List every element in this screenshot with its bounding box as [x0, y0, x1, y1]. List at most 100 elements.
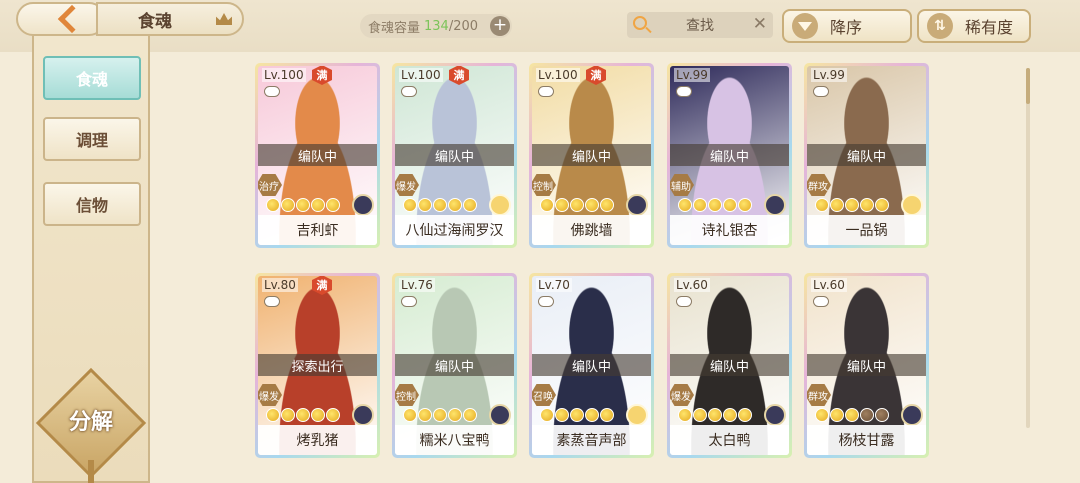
back-button[interactable]: [16, 2, 106, 36]
lock-toggle-icon[interactable]: [264, 296, 280, 307]
sort-order-button[interactable]: 降序: [782, 9, 912, 43]
tassel-decoration: [88, 460, 94, 483]
food-soul-card[interactable]: Lv.76 编队中 控制 糯米八宝鸭: [392, 273, 517, 458]
card-level: Lv.100: [536, 68, 580, 82]
star-icon: [860, 198, 874, 212]
add-capacity-button[interactable]: +: [490, 16, 510, 36]
star-icon: [723, 198, 737, 212]
star-icon: [875, 408, 889, 422]
card-level: Lv.99: [674, 68, 710, 82]
lock-toggle-icon[interactable]: [676, 86, 692, 97]
card-level: Lv.100: [262, 68, 306, 82]
card-name: 一品锅: [807, 215, 926, 245]
star-icon: [600, 408, 614, 422]
card-name: 佛跳墙: [532, 215, 651, 245]
star-icon: [815, 198, 829, 212]
star-icon: [281, 198, 295, 212]
scrollbar-thumb[interactable]: [1026, 68, 1030, 104]
star-icon: [540, 198, 554, 212]
card-level: Lv.99: [811, 68, 847, 82]
star-icon: [860, 408, 874, 422]
search-input[interactable]: 查找 ✕: [627, 12, 773, 38]
food-soul-card[interactable]: Lv.70 编队中 召唤 素蒸音声部: [529, 273, 654, 458]
card-level: Lv.60: [811, 278, 847, 292]
food-soul-card[interactable]: Lv.60 编队中 爆发 太白鸭: [667, 273, 792, 458]
lock-toggle-icon[interactable]: [538, 296, 554, 307]
lock-toggle-icon[interactable]: [676, 296, 692, 307]
search-placeholder: 查找: [686, 18, 714, 34]
food-soul-card[interactable]: Lv.60 编队中 群攻 杨枝甘露: [804, 273, 929, 458]
tab-conditioning[interactable]: 调理: [43, 117, 141, 161]
star-icon: [600, 198, 614, 212]
star-rating: [678, 198, 752, 212]
emblem-icon: [489, 404, 511, 426]
star-icon: [266, 408, 280, 422]
food-soul-card[interactable]: Lv.80 满探索出行 爆发 烤乳猪: [255, 273, 380, 458]
scrollbar[interactable]: [1026, 68, 1030, 428]
star-icon: [418, 408, 432, 422]
star-rating: [403, 198, 477, 212]
decompose-label: 分解: [68, 410, 113, 435]
food-soul-card[interactable]: Lv.99 编队中 辅助 诗礼银杏: [667, 63, 792, 248]
star-icon: [418, 198, 432, 212]
lock-toggle-icon[interactable]: [813, 296, 829, 307]
lock-toggle-icon[interactable]: [538, 86, 554, 97]
star-icon: [830, 408, 844, 422]
capacity-display: 食魂容量 134 /200 +: [360, 14, 512, 38]
emblem-icon: [764, 404, 786, 426]
tab-food-souls-label: 食魂: [75, 70, 108, 89]
crown-icon: [216, 13, 232, 25]
star-icon: [296, 408, 310, 422]
tab-tokens[interactable]: 信物: [43, 182, 141, 226]
star-icon: [678, 408, 692, 422]
emblem-icon: [489, 194, 511, 216]
emblem-icon: [626, 194, 648, 216]
card-status: 探索出行: [258, 354, 377, 376]
food-soul-card[interactable]: Lv.100 满编队中 治疗 吉利虾: [255, 63, 380, 248]
capacity-current: 134: [424, 18, 449, 34]
star-icon: [463, 408, 477, 422]
star-icon: [585, 408, 599, 422]
emblem-icon: [901, 194, 923, 216]
emblem-icon: [764, 194, 786, 216]
star-icon: [311, 198, 325, 212]
star-rating: [540, 198, 614, 212]
clear-search-icon[interactable]: ✕: [753, 14, 767, 34]
back-arrow-icon: [57, 4, 87, 34]
card-level: Lv.80: [262, 278, 298, 292]
tab-tokens-label: 信物: [75, 196, 108, 215]
star-icon: [311, 408, 325, 422]
lock-toggle-icon[interactable]: [264, 86, 280, 97]
food-soul-card[interactable]: Lv.100 满编队中 控制 佛跳墙: [529, 63, 654, 248]
star-icon: [555, 198, 569, 212]
food-soul-card[interactable]: Lv.99 编队中 群攻 一品锅: [804, 63, 929, 248]
card-name: 吉利虾: [258, 215, 377, 245]
sort-by-icon: ⇅: [927, 13, 953, 39]
card-name: 诗礼银杏: [670, 215, 789, 245]
star-icon: [540, 408, 554, 422]
emblem-icon: [901, 404, 923, 426]
lock-toggle-icon[interactable]: [401, 86, 417, 97]
food-soul-card[interactable]: Lv.100 满编队中 爆发 八仙过海闹罗汉: [392, 63, 517, 248]
star-icon: [448, 198, 462, 212]
star-rating: [540, 408, 614, 422]
card-name: 糯米八宝鸭: [395, 425, 514, 455]
emblem-icon: [352, 404, 374, 426]
sort-by-button[interactable]: ⇅ 稀有度: [917, 9, 1031, 43]
tab-conditioning-label: 调理: [75, 131, 108, 150]
card-name: 素蒸音声部: [532, 425, 651, 455]
star-icon: [296, 198, 310, 212]
card-level: Lv.60: [674, 278, 710, 292]
lock-toggle-icon[interactable]: [401, 296, 417, 307]
star-icon: [326, 408, 340, 422]
tab-food-souls[interactable]: 食魂: [43, 56, 141, 100]
star-rating: [266, 198, 340, 212]
star-rating: [815, 408, 889, 422]
card-name: 杨枝甘露: [807, 425, 926, 455]
lock-toggle-icon[interactable]: [813, 86, 829, 97]
card-name: 太白鸭: [670, 425, 789, 455]
sort-by-label: 稀有度: [965, 18, 1014, 37]
capacity-max: /200: [448, 18, 479, 34]
star-icon: [815, 408, 829, 422]
star-icon: [570, 408, 584, 422]
